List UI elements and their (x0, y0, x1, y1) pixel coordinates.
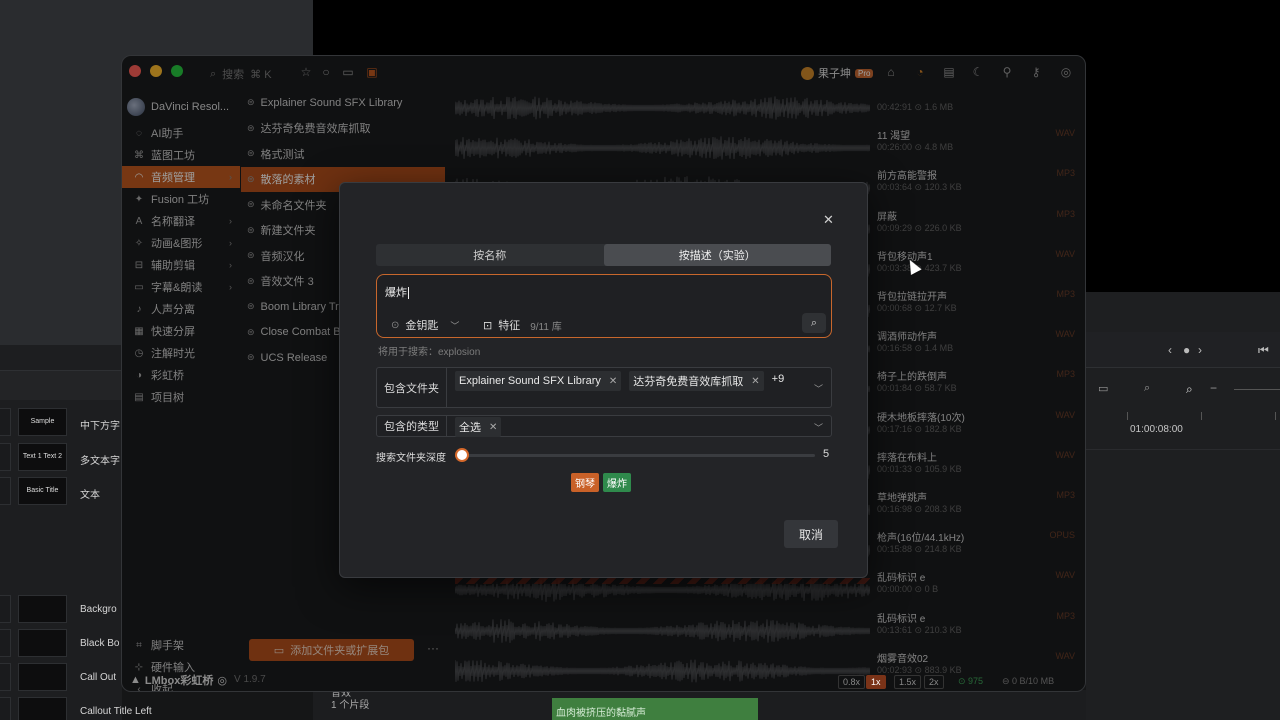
zoom-slider[interactable] (1234, 389, 1280, 390)
chevron-down-icon: ﹀ (450, 320, 460, 331)
keyword-chips: 钢琴 爆炸 (571, 473, 631, 492)
dot-icon[interactable]: ● (1183, 343, 1190, 357)
remove-tag-icon[interactable]: ✕ (609, 376, 617, 387)
effect-edge (0, 697, 11, 720)
search-box: 爆炸 ⊙ 金钥匙 ﹀ ⊡ 特征 9/11 库 ⌕ (376, 274, 832, 338)
filter-tag: 全选 ✕ (455, 417, 502, 437)
zoom-active-icon[interactable]: ⌕ (1186, 382, 1193, 397)
timeline-ruler (1086, 410, 1280, 450)
tab-search-mode-1[interactable]: 按描述（实验） (603, 244, 831, 266)
effect-label: Backgro (80, 604, 117, 615)
include-types-field[interactable]: 包含的类型 全选 ✕ ﹀ (376, 415, 832, 437)
tag-label: 达芬奇免费音效库抓取 (633, 376, 744, 388)
effect-thumbnail[interactable]: Basic Title (18, 477, 67, 505)
tag-label: 全选 (459, 422, 481, 434)
depth-label: 搜索文件夹深度 (376, 453, 446, 464)
speed-button[interactable]: 2x (924, 675, 944, 689)
effect-thumbnail[interactable]: Sample (18, 408, 67, 436)
zoom-out-icon[interactable]: − (1210, 381, 1217, 395)
search-mode-tabs: 按名称 按描述（实验） (376, 244, 831, 266)
depth-value: 5 (823, 448, 830, 460)
search-input[interactable]: 爆炸 (385, 284, 409, 300)
effect-edge (0, 443, 11, 471)
keyword-chip[interactable]: 爆炸 (603, 473, 631, 492)
cancel-button[interactable]: 取消 (784, 520, 838, 548)
type-tags: 全选 ✕ (455, 417, 795, 437)
feature-toggle[interactable]: ⊡ 特征 9/11 库 (483, 317, 562, 333)
effect-thumbnail[interactable] (18, 595, 67, 623)
effect-edge (0, 629, 11, 657)
include-types-label: 包含的类型 (377, 416, 447, 436)
background-timeline-tools: ▭ ⌕ ⌕ − (1086, 372, 1280, 408)
tab-search-mode-0[interactable]: 按名称 (376, 244, 604, 266)
tag-label: Explainer Sound SFX Library (459, 375, 601, 387)
more-folders-count: +9 (771, 373, 785, 385)
effect-edge (0, 663, 11, 691)
depth-slider[interactable] (455, 448, 815, 462)
zoom-in-icon[interactable]: ⌕ (1144, 382, 1150, 395)
effect-label: Call Out (80, 672, 117, 683)
feature-icon: ⊡ (483, 319, 493, 332)
close-icon[interactable]: ✕ (823, 212, 834, 228)
include-folders-label: 包含文件夹 (377, 368, 447, 407)
chevron-down-icon[interactable]: ﹀ (814, 421, 823, 434)
zoom-fit-icon[interactable]: ▭ (1098, 382, 1108, 395)
include-folders-field[interactable]: 包含文件夹 Explainer Sound SFX Library ✕ 达芬奇免费音… (376, 367, 832, 408)
filter-tag: Explainer Sound SFX Library ✕ (455, 371, 622, 391)
folder-tags: Explainer Sound SFX Library ✕ 达芬奇免费音效库抓取 ✕ +… (455, 371, 795, 391)
timeline-clip[interactable]: 血肉被挤压的黏腻声 (552, 698, 758, 720)
effect-label: 中下方字 (80, 421, 120, 432)
effect-edge (0, 477, 11, 505)
timeline-timecode: 01:00:08:00 (1130, 424, 1183, 435)
effect-edge (0, 595, 11, 623)
ruler-tick (1201, 412, 1202, 420)
effect-thumbnail[interactable] (18, 697, 67, 720)
remove-tag-icon[interactable]: ✕ (751, 376, 759, 387)
effect-label: 多文本字 (80, 456, 120, 467)
speed-button[interactable]: 1x (866, 675, 886, 689)
chevron-down-icon[interactable]: ﹀ (814, 382, 823, 395)
ruler-tick (1275, 412, 1276, 420)
key-select[interactable]: ⊙ 金钥匙 ﹀ (391, 317, 459, 333)
effect-thumbnail[interactable]: Text 1 Text 2 (18, 443, 67, 471)
speed-button[interactable]: 0.8x (838, 675, 866, 689)
keyword-chip[interactable]: 钢琴 (571, 473, 599, 492)
effect-thumbnail[interactable] (18, 629, 67, 657)
search-dialog: ✕ 按名称 按描述（实验） 爆炸 ⊙ 金钥匙 ﹀ ⊡ 特征 9/11 库 ⌕ 将用… (339, 182, 868, 578)
skip-start-icon[interactable]: ⏮ (1258, 343, 1269, 358)
remove-tag-icon[interactable]: ✕ (489, 422, 497, 433)
depth-slider-thumb[interactable] (455, 448, 469, 462)
ruler-tick (1127, 412, 1128, 420)
search-hint: 将用于搜索：explosion (378, 347, 481, 358)
search-button[interactable]: ⌕ (802, 313, 826, 333)
filter-tag: 达芬奇免费音效库抓取 ✕ (629, 371, 764, 391)
next-icon[interactable]: › (1198, 343, 1202, 357)
effect-edge (0, 408, 11, 436)
speed-button[interactable]: 1.5x (894, 675, 922, 689)
background-effects-header (0, 370, 122, 400)
effect-thumbnail[interactable] (18, 663, 67, 691)
effect-label: Callout Title Left (80, 706, 152, 717)
effect-label: Black Bo (80, 638, 120, 649)
key-circle-icon: ⊙ (391, 319, 400, 331)
search-icon: ⌕ (810, 316, 818, 329)
effect-label: 文本 (80, 490, 100, 501)
prev-icon[interactable]: ‹ (1168, 343, 1172, 357)
